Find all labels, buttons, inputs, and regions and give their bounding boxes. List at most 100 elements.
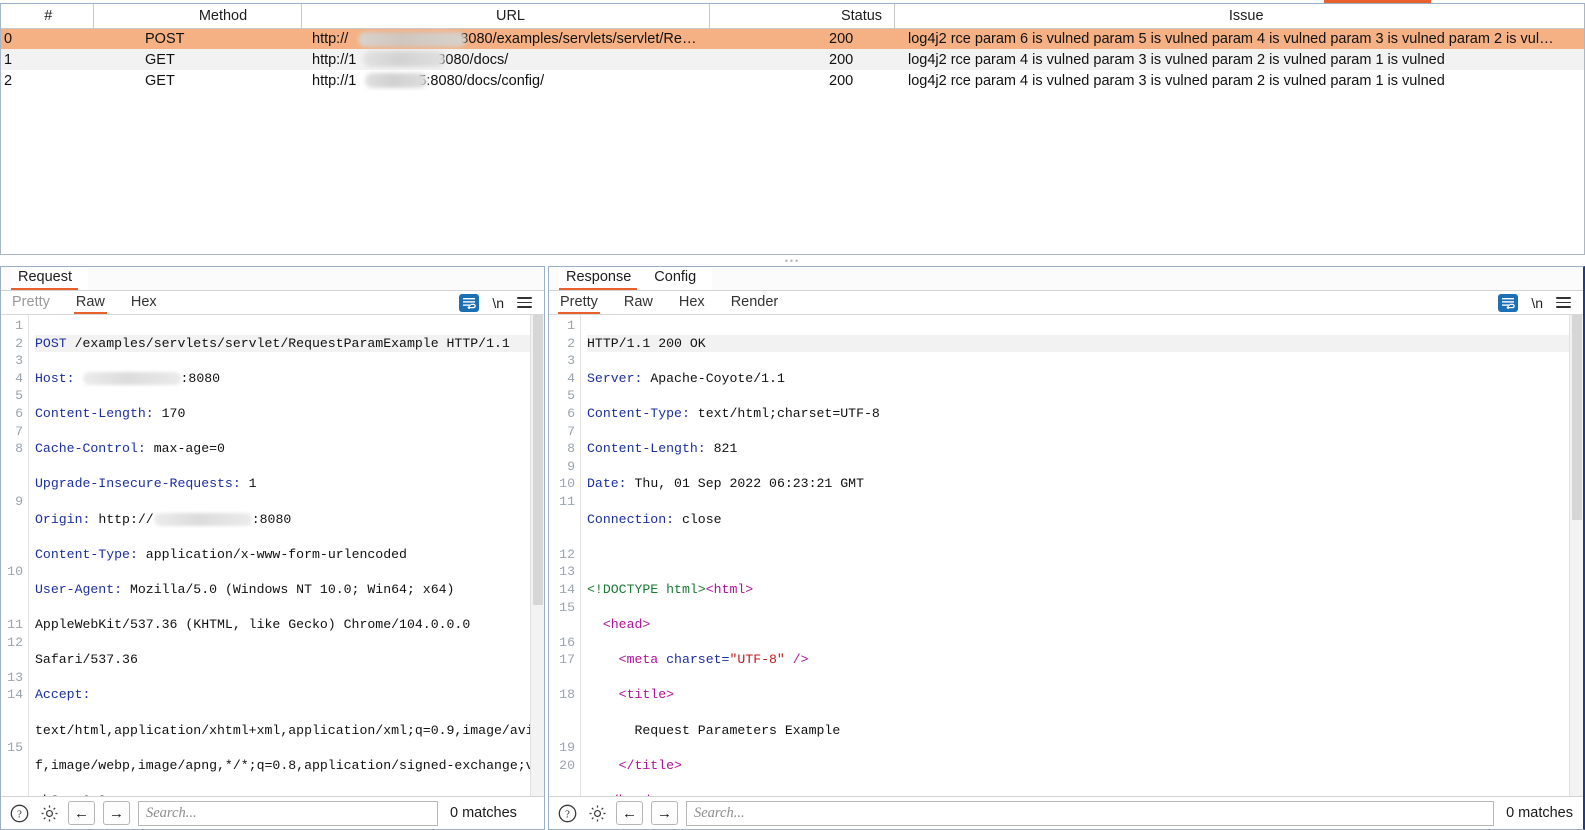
editors-region: Request Pretty Raw Hex \n 1 2 3 4 5 6 7 … [0, 266, 1585, 830]
gear-icon[interactable] [38, 802, 60, 824]
line-number [553, 528, 575, 546]
response-code[interactable]: HTTP/1.1 200 OK Server: Apache-Coyote/1.… [581, 315, 1583, 796]
redaction-mask [363, 51, 445, 67]
header-val: 821 [705, 441, 738, 457]
column-header-num[interactable]: # [1, 4, 94, 29]
cell-status: 200 [829, 51, 854, 68]
newline-toggle[interactable]: \n [1531, 295, 1543, 311]
match-count: 0 matches [450, 805, 517, 821]
tab-config[interactable]: Config [647, 267, 713, 290]
code-line: f,image/webp,image/apng,*/*;q=0.8,applic… [35, 757, 540, 775]
response-gutter: 1 2 3 4 5 6 7 8 9 10 11 12 13 14 15 16 17 18 19 20 [549, 315, 581, 796]
tab-request-hex[interactable]: Hex [131, 291, 157, 314]
response-code-area[interactable]: 1 2 3 4 5 6 7 8 9 10 11 12 13 14 15 16 17 18 19 20 HTTP/1.1… [549, 315, 1583, 796]
meta-tag: <meta [618, 652, 667, 668]
help-icon[interactable]: ? [556, 802, 578, 824]
cell-issue: log4j2 rce param 4 is vulned param 3 is … [908, 72, 1445, 89]
table-row[interactable]: 0 POST http://:8080/examples/servlets/se… [1, 28, 1584, 49]
search-next-button[interactable]: → [103, 801, 130, 825]
tab-response-hex[interactable]: Hex [679, 291, 705, 314]
tab-request-raw[interactable]: Raw [73, 291, 107, 314]
column-header-issue[interactable]: Issue [894, 4, 1584, 29]
code-line: Connection: close [587, 511, 1579, 529]
cell-issue: log4j2 rce param 6 is vulned param 5 is … [908, 30, 1554, 47]
line-number: 5 [567, 388, 575, 404]
cell-url: http://1 5:8080/docs/config/ [301, 70, 709, 91]
scrollbar-thumb[interactable] [533, 315, 543, 605]
results-table-container[interactable]: # Method URL Status Issue 0 POST http://… [0, 3, 1585, 255]
request-panel: Request Pretty Raw Hex \n 1 2 3 4 5 6 7 … [0, 266, 545, 830]
line-number: 17 [559, 652, 575, 668]
tab-response-render[interactable]: Render [731, 291, 779, 314]
horizontal-splitter[interactable]: ••• [0, 255, 1585, 266]
header-val2: :8080 [251, 511, 292, 527]
redaction-mask [153, 512, 252, 526]
url-prefix: http://1 [312, 72, 357, 89]
hamburger-menu-icon[interactable] [1556, 297, 1571, 308]
table-row[interactable]: 2 GET http://1 5:8080/docs/config/ 200 lo… [1, 70, 1584, 91]
code-line: Content-Length: 170 [35, 405, 540, 423]
cell-method: POST [145, 30, 185, 47]
code-line: Content-Length: 821 [587, 440, 1579, 458]
scrollbar-thumb[interactable] [1572, 315, 1582, 520]
url-suffix: :8080/examples/servlets/servlet/Request… [456, 30, 709, 47]
svg-text:?: ? [17, 808, 22, 820]
code-line: </title> [587, 757, 1579, 775]
search-prev-button[interactable]: ← [616, 801, 643, 825]
line-number [553, 511, 575, 529]
tab-request[interactable]: Request [11, 267, 89, 290]
line-number: 7 [567, 423, 575, 439]
tab-response[interactable]: Response [559, 267, 648, 290]
line-number: 9 [15, 493, 23, 509]
newline-toggle[interactable]: \n [492, 295, 504, 311]
header-key: Origin: [35, 511, 91, 527]
response-view-actions: \n [1498, 293, 1583, 312]
tab-response-pretty[interactable]: Pretty [558, 291, 600, 314]
search-next-button[interactable]: → [651, 801, 678, 825]
search-input[interactable] [138, 800, 438, 826]
request-code[interactable]: POST /examples/servlets/servlet/RequestP… [29, 315, 544, 796]
redaction-mask [82, 371, 181, 385]
code-line: POST /examples/servlets/servlet/RequestP… [35, 334, 540, 353]
line-number [553, 669, 575, 687]
gear-icon[interactable] [586, 802, 608, 824]
header-key: Upgrade-Insecure-Requests: [35, 476, 241, 492]
column-header-status[interactable]: Status [709, 4, 895, 29]
doctype: <!DOCTYPE html> [587, 581, 706, 597]
column-header-url[interactable]: URL [301, 4, 710, 29]
request-vertical-scrollbar[interactable] [530, 315, 544, 796]
code-line: Accept: [35, 686, 540, 704]
table-header-row: # Method URL Status Issue [1, 4, 1584, 29]
header-key: Content-Type: [587, 405, 690, 421]
request-code-area[interactable]: 1 2 3 4 5 6 7 8 9 10 11 12 13 14 15 POST /examples/ser… [1, 315, 544, 796]
attr-name: charset= [666, 652, 730, 668]
header-val: Apache-Coyote/1.1 [642, 370, 785, 386]
word-wrap-icon[interactable] [459, 293, 480, 312]
line-number: 19 [559, 740, 575, 756]
header-val: 1 [240, 476, 257, 492]
header-val: :8080 [180, 370, 221, 386]
column-header-method[interactable]: Method [93, 4, 302, 29]
tab-response-raw[interactable]: Raw [624, 291, 653, 314]
header-key: Accept: [35, 687, 91, 703]
search-input[interactable] [686, 800, 1495, 826]
response-vertical-scrollbar[interactable] [1569, 315, 1583, 796]
tab-request-pretty[interactable]: Pretty [12, 291, 50, 314]
req-method: POST [35, 335, 67, 351]
line-number: 16 [559, 634, 575, 650]
word-wrap-icon[interactable] [1498, 293, 1519, 312]
header-val: Mozilla/5.0 (Windows NT 10.0; Win64; x64… [122, 581, 455, 597]
code-line: <meta charset="UTF-8" /> [587, 651, 1579, 669]
search-prev-button[interactable]: ← [68, 801, 95, 825]
header-key: Host: [35, 370, 75, 386]
help-icon[interactable]: ? [8, 802, 30, 824]
cell-num: 0 [4, 30, 13, 47]
hamburger-menu-icon[interactable] [517, 297, 532, 308]
cell-method: GET [145, 72, 175, 89]
table-row[interactable]: 1 GET http://1 3080/docs/ 200 log4j2 rce … [1, 49, 1584, 70]
code-line: Request Parameters Example [587, 722, 1579, 740]
status-line: HTTP/1.1 200 OK [587, 335, 706, 351]
code-line: AppleWebKit/537.36 (KHTML, like Gecko) C… [35, 616, 540, 634]
code-line: </head> [587, 792, 1579, 796]
